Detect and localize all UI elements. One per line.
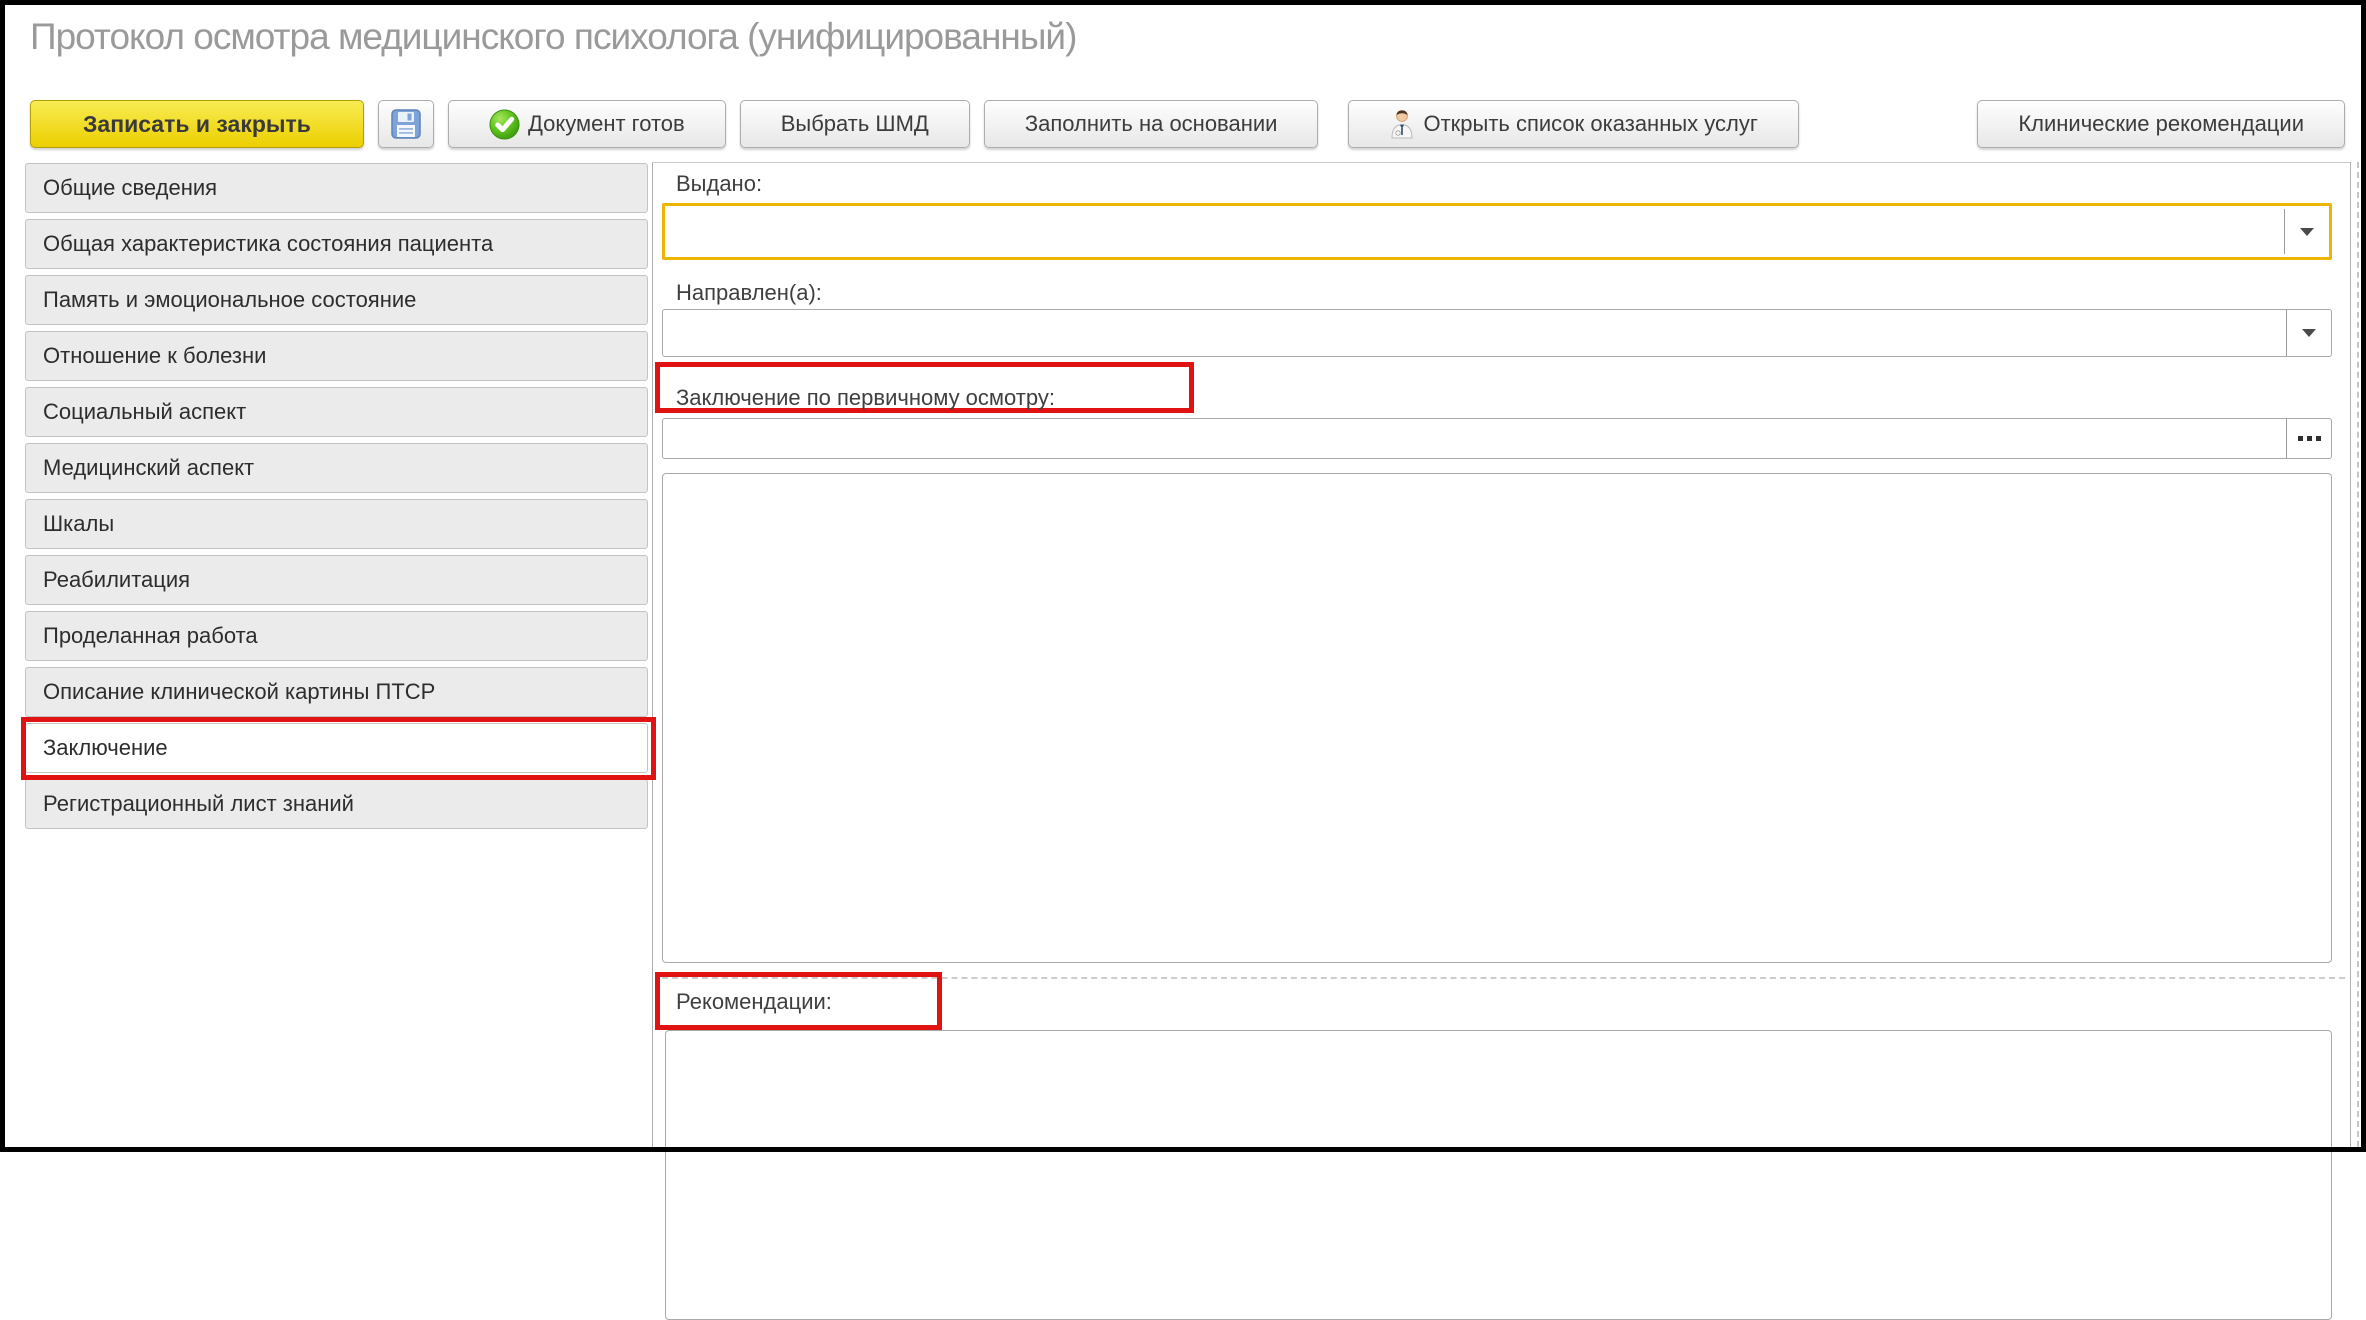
recommendations-label: Рекомендации:: [676, 989, 832, 1015]
fill-on-basis-button[interactable]: Заполнить на основании: [984, 100, 1319, 148]
sidebar-item-label: Описание клинической картины ПТСР: [43, 679, 435, 705]
page-title: Протокол осмотра медицинского психолога …: [30, 16, 1076, 58]
issued-label: Выдано:: [676, 171, 762, 197]
referred-label: Направлен(а):: [676, 280, 822, 306]
sidebar-item-3[interactable]: Отношение к болезни: [25, 331, 648, 381]
sidebar-item-11[interactable]: Регистрационный лист знаний: [25, 779, 648, 829]
conclusion-textarea[interactable]: [662, 473, 2332, 963]
primary-conclusion-ellipsis-button[interactable]: [2286, 419, 2331, 458]
primary-conclusion-field[interactable]: [662, 418, 2332, 459]
recommendations-group-divider: [662, 977, 2345, 979]
sidebar-item-label: Память и эмоциональное состояние: [43, 287, 416, 313]
sidebar-item-label: Заключение: [43, 735, 168, 761]
clinical-recommendations-button[interactable]: Клинические рекомендации: [1977, 100, 2345, 148]
save-and-close-button[interactable]: Записать и закрыть: [30, 100, 364, 148]
primary-conclusion-input[interactable]: [663, 419, 2286, 458]
sidebar-item-5[interactable]: Медицинский аспект: [25, 443, 648, 493]
sidebar-item-label: Проделанная работа: [43, 623, 258, 649]
referred-input[interactable]: [663, 310, 2286, 356]
sidebar-main-separator: [652, 162, 653, 1147]
sidebar-item-1[interactable]: Общая характеристика состояния пациента: [25, 219, 648, 269]
sidebar-item-label: Общие сведения: [43, 175, 217, 201]
referred-field[interactable]: [662, 309, 2332, 357]
sidebar-item-4[interactable]: Социальный аспект: [25, 387, 648, 437]
open-services-button[interactable]: Открыть список оказанных услуг: [1348, 100, 1798, 148]
issued-field[interactable]: [662, 203, 2332, 260]
ellipsis-icon: [2298, 436, 2321, 441]
sidebar-item-2[interactable]: Память и эмоциональное состояние: [25, 275, 648, 325]
issued-input[interactable]: [665, 206, 2284, 257]
sidebar-item-9[interactable]: Описание клинической картины ПТСР: [25, 667, 648, 717]
sidebar-item-label: Шкалы: [43, 511, 114, 537]
sidebar-item-6[interactable]: Шкалы: [25, 499, 648, 549]
recommendations-textarea[interactable]: [665, 1030, 2332, 1320]
sidebar-section-list: Общие сведения Общая характеристика состо…: [25, 163, 648, 835]
chevron-down-icon: [2300, 228, 2314, 236]
green-check-icon: [489, 109, 520, 140]
document-ready-label: Документ готов: [528, 111, 685, 137]
sidebar-item-0[interactable]: Общие сведения: [25, 163, 648, 213]
right-panel-border: [2350, 162, 2351, 1147]
referred-dropdown-button[interactable]: [2286, 310, 2331, 356]
save-button[interactable]: [378, 100, 434, 148]
toolbar: Записать и закрыть Документ готов Выбрат…: [30, 100, 2345, 148]
content-top-divider: [652, 162, 2350, 163]
sidebar-item-label: Регистрационный лист знаний: [43, 791, 354, 817]
select-shmd-button[interactable]: Выбрать ШМД: [740, 100, 970, 148]
doctor-icon: [1389, 109, 1415, 139]
sidebar-item-label: Общая характеристика состояния пациента: [43, 231, 493, 257]
document-ready-button[interactable]: Документ готов: [448, 100, 726, 148]
right-splitter-dashed[interactable]: [2357, 162, 2359, 1147]
sidebar-item-label: Реабилитация: [43, 567, 190, 593]
open-services-label: Открыть список оказанных услуг: [1423, 111, 1757, 137]
primary-conclusion-label: Заключение по первичному осмотру:: [676, 385, 1055, 411]
chevron-down-icon: [2302, 329, 2316, 337]
sidebar-item-label: Медицинский аспект: [43, 455, 254, 481]
sidebar-item-7[interactable]: Реабилитация: [25, 555, 648, 605]
floppy-disk-icon: [391, 109, 421, 139]
sidebar-item-10[interactable]: Заключение: [25, 723, 648, 773]
sidebar-item-label: Отношение к болезни: [43, 343, 266, 369]
issued-dropdown-button[interactable]: [2284, 209, 2329, 254]
sidebar-item-label: Социальный аспект: [43, 399, 246, 425]
sidebar-item-8[interactable]: Проделанная работа: [25, 611, 648, 661]
